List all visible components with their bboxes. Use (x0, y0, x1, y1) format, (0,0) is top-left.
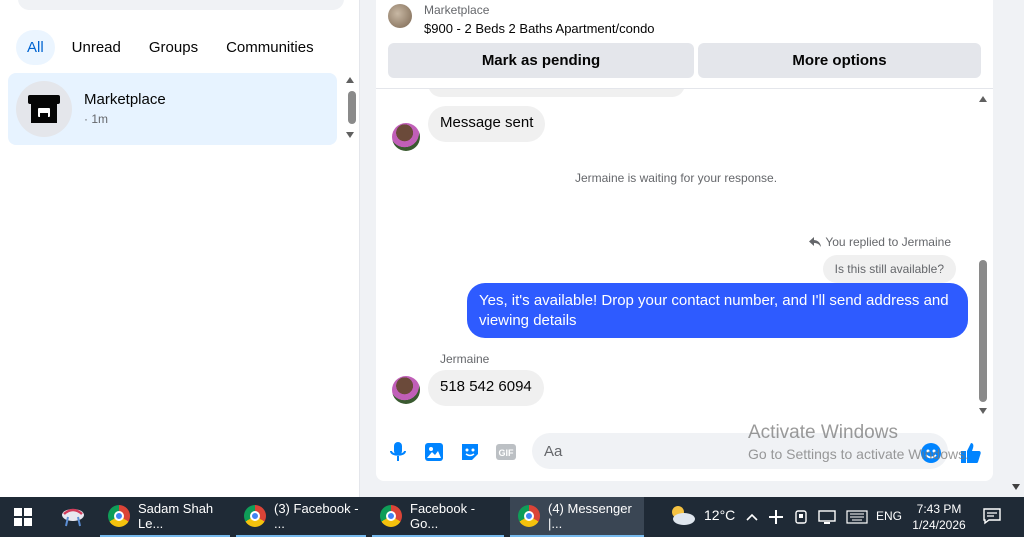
scroll-up-arrow-icon[interactable] (346, 77, 354, 83)
weather-cloud-icon (672, 506, 695, 525)
taskbar-chrome-window-3[interactable]: Facebook - Go... (372, 497, 504, 537)
system-tray (746, 497, 868, 537)
svg-text:GIF: GIF (499, 448, 515, 458)
outgoing-message-bubble: Yes, it's available! Drop your contact n… (467, 283, 968, 338)
sticker-icon[interactable] (460, 442, 480, 462)
listing-title[interactable]: $900 - 2 Beds 2 Baths Apartment/condo (424, 21, 655, 36)
search-input[interactable] (18, 0, 344, 10)
clock-date: 1/24/2026 (912, 518, 966, 532)
reply-label: You replied to Jermaine (809, 235, 951, 249)
mark-as-pending-button[interactable]: Mark as pending (388, 43, 694, 78)
taskbar-clock[interactable]: 7:43 PM 1/24/2026 (908, 501, 970, 533)
reply-arrow-icon (809, 237, 822, 247)
activation-watermark-title: Activate Windows (748, 422, 898, 443)
plus-icon[interactable] (768, 509, 784, 525)
taskbar-task-label: Sadam Shah Le... (138, 501, 214, 531)
keyboard-icon[interactable] (846, 510, 868, 524)
windows-taskbar: Sadam Shah Le... (3) Facebook - ... Face… (0, 497, 1024, 537)
chat-timestamp: · 1m (84, 112, 108, 126)
more-options-button[interactable]: More options (698, 43, 981, 78)
taskbar-task-label: (4) Messenger |... (548, 501, 632, 531)
filter-tab-unread[interactable]: Unread (61, 30, 132, 65)
reply-label-text: You replied to Jermaine (825, 235, 951, 249)
image-icon[interactable] (424, 442, 444, 462)
chrome-icon (108, 505, 130, 527)
chrome-icon (244, 505, 266, 527)
message-thread: Is this still available? 518 542 6094 Me… (376, 89, 993, 415)
filter-tab-communities[interactable]: Communities (215, 30, 325, 65)
filter-tabs: All Unread Groups Communities (16, 30, 325, 65)
scroll-down-arrow-icon[interactable] (979, 408, 987, 414)
weather-temperature: 12°C (704, 507, 736, 523)
chat-name: Marketplace (84, 91, 166, 108)
activation-watermark-subtitle: Go to Settings to activate Windows. (748, 446, 969, 462)
sender-name: Jermaine (440, 352, 490, 366)
chrome-icon (518, 505, 540, 527)
sidebar-scrollbar-thumb[interactable] (348, 91, 356, 124)
taskbar-chrome-window-1[interactable]: Sadam Shah Le... (100, 497, 230, 537)
chrome-icon (380, 505, 402, 527)
filter-tab-groups[interactable]: Groups (138, 30, 209, 65)
listing-source-label: Marketplace (424, 3, 490, 17)
taskbar-chrome-window-2[interactable]: (3) Facebook - ... (236, 497, 366, 537)
thread-scrollbar-thumb[interactable] (979, 260, 987, 402)
filter-tab-all[interactable]: All (16, 30, 55, 65)
quoted-message: Is this still available? (822, 255, 956, 283)
windows-start-icon[interactable] (14, 508, 32, 526)
avatar[interactable] (392, 376, 420, 404)
scroll-down-arrow-icon[interactable] (1012, 484, 1020, 490)
message-bubble-sent-notice: Message sent (428, 106, 546, 142)
waiting-status-text: Jermaine is waiting for your response. (574, 171, 778, 185)
tray-expand-icon[interactable] (746, 513, 758, 521)
pinned-app-icon[interactable] (60, 504, 86, 530)
taskbar-task-label: Facebook - Go... (410, 501, 476, 531)
notification-icon[interactable] (983, 507, 1001, 525)
gif-icon[interactable]: GIF (496, 442, 516, 462)
avatar[interactable] (392, 123, 420, 151)
taskbar-task-label: (3) Facebook - ... (274, 501, 359, 531)
chat-sidebar: All Unread Groups Communities Marketplac… (0, 0, 360, 497)
weather-widget[interactable]: 12°C (668, 503, 735, 527)
incoming-message-bubble: 518 542 6094 (428, 370, 544, 406)
microphone-icon[interactable] (388, 442, 408, 462)
scroll-up-arrow-icon[interactable] (979, 96, 987, 102)
conversation-panel: Marketplace $900 - 2 Beds 2 Baths Apartm… (376, 0, 993, 481)
message-bubble-clipped: Is this still available? 518 542 6094 (428, 89, 685, 97)
listing-thumbnail[interactable] (388, 4, 412, 28)
input-language[interactable]: ENG (876, 509, 902, 523)
network-icon[interactable] (818, 510, 836, 524)
marketplace-store-icon (16, 81, 72, 137)
device-icon[interactable] (794, 509, 808, 525)
taskbar-chrome-window-4[interactable]: (4) Messenger |... (510, 497, 644, 537)
chat-list-item-marketplace[interactable]: Marketplace · 1m (8, 73, 337, 145)
clock-time: 7:43 PM (916, 502, 962, 516)
scroll-down-arrow-icon[interactable] (346, 132, 354, 138)
